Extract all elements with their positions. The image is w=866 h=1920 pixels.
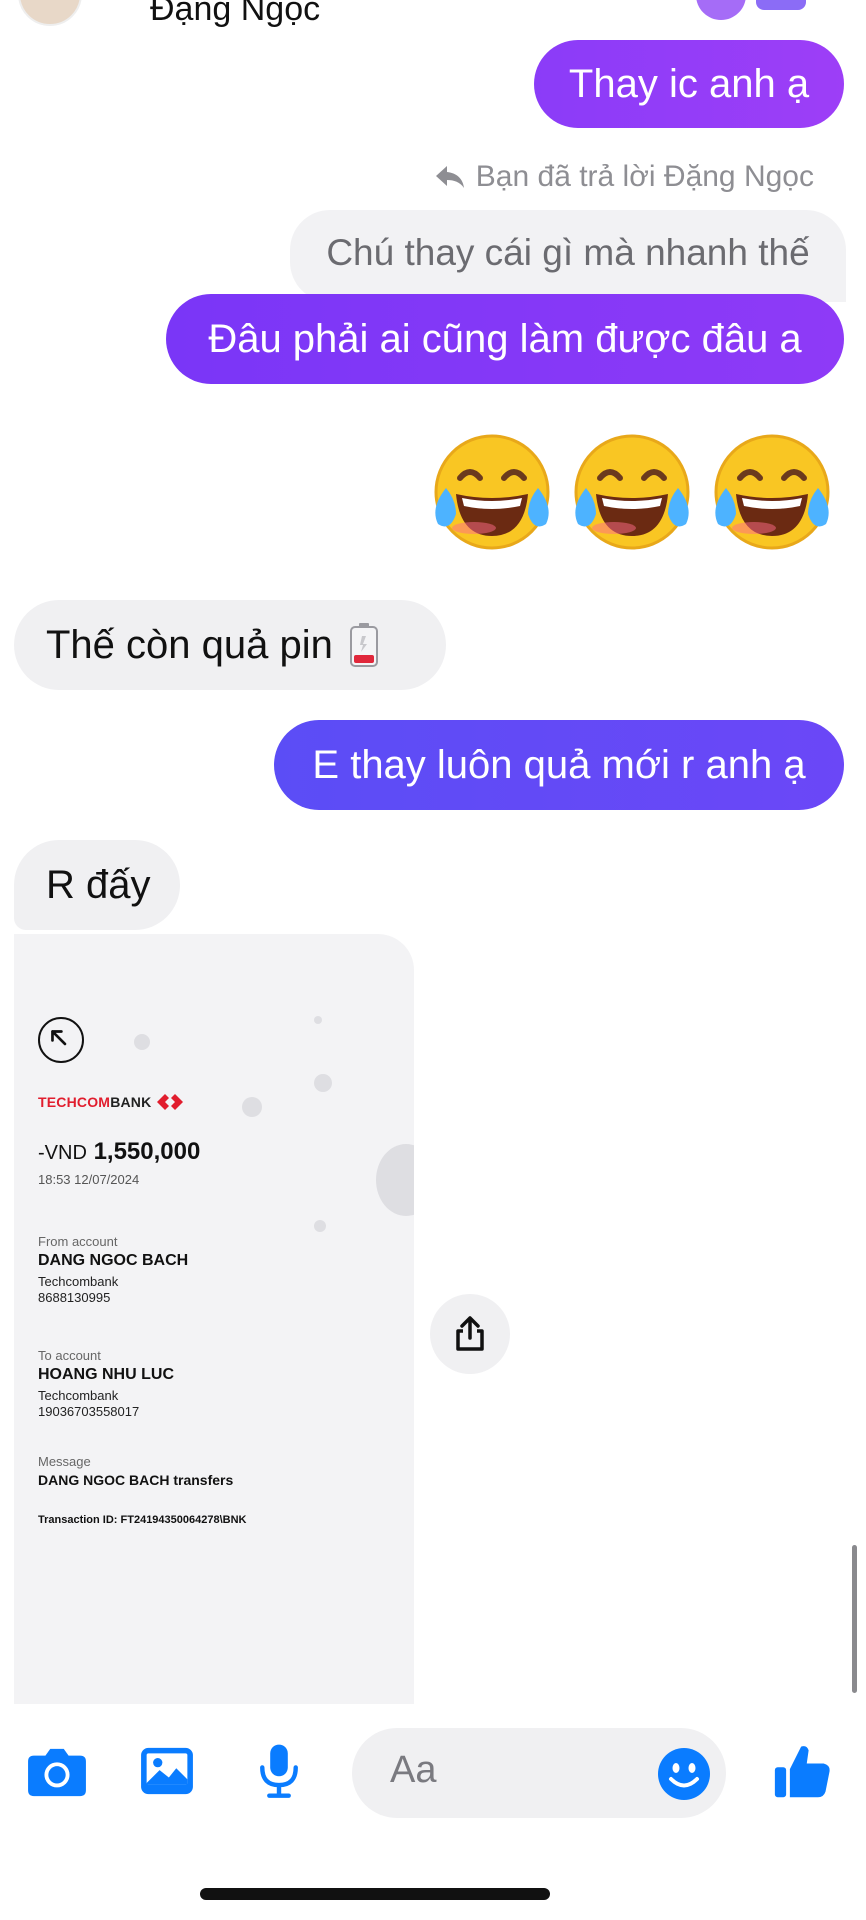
from-account-label: From account <box>38 1234 118 1249</box>
contact-avatar[interactable] <box>18 0 82 26</box>
to-account-number: 19036703558017 <box>38 1404 140 1419</box>
share-button[interactable] <box>430 1294 510 1374</box>
contact-name[interactable]: Đặng Ngọc <box>150 0 320 29</box>
gallery-button[interactable] <box>132 1736 202 1806</box>
outgoing-message[interactable]: Đâu phải ai cũng làm được đâu a <box>166 294 844 384</box>
reply-indicator-text: Bạn đã trả lời Đặng Ngọc <box>475 160 814 193</box>
techcombank-logo: TECHCOM BANK <box>38 1092 185 1112</box>
emoji-icon[interactable] <box>656 1746 712 1802</box>
image-icon <box>141 1747 193 1795</box>
reply-icon <box>435 166 464 188</box>
from-account-number: 8688130995 <box>38 1290 111 1305</box>
from-account-name: DANG NGOC BACH <box>38 1252 189 1269</box>
reply-indicator: Bạn đã trả lời Đặng Ngọc <box>434 160 814 194</box>
transfer-message: DANG NGOC BACH transfers <box>38 1472 234 1488</box>
camera-icon <box>28 1748 86 1797</box>
message-input[interactable] <box>388 1748 652 1793</box>
low-battery-emoji <box>349 623 378 667</box>
transfer-amount: -VND 1,550,000 <box>38 1138 201 1165</box>
transfer-receipt-image[interactable]: TECHCOM BANK -VND 1,550,000 18:53 12/07/2… <box>14 934 414 1704</box>
incoming-message[interactable]: R đấy <box>14 840 180 930</box>
emoji-message[interactable] <box>428 428 836 556</box>
face-with-tears-of-joy-emoji <box>574 434 690 550</box>
thumbs-up-icon <box>774 1746 830 1798</box>
incoming-message[interactable]: Thế còn quả pin <box>14 600 446 690</box>
message-composer <box>0 1716 866 1826</box>
to-account-bank: Techcombank <box>38 1388 119 1403</box>
transfer-datetime: 18:53 12/07/2024 <box>38 1172 140 1187</box>
call-button[interactable] <box>696 0 746 20</box>
microphone-icon <box>260 1744 298 1798</box>
transaction-id: Transaction ID: FT24194350064278\BNK <box>38 1514 247 1526</box>
voice-button[interactable] <box>244 1736 314 1806</box>
message-label: Message <box>38 1454 91 1469</box>
face-with-tears-of-joy-emoji <box>714 434 830 550</box>
back-arrow-icon <box>38 1017 84 1063</box>
share-icon <box>456 1316 484 1351</box>
video-call-button[interactable] <box>756 0 806 10</box>
face-with-tears-of-joy-emoji <box>434 434 550 550</box>
message-text: Thế còn quả pin <box>46 623 333 667</box>
chat-header: Đặng Ngọc <box>0 0 866 29</box>
quoted-message[interactable]: Chú thay cái gì mà nhanh thế <box>290 210 846 302</box>
home-indicator[interactable] <box>200 1888 550 1900</box>
outgoing-message[interactable]: Thay ic anh ạ <box>534 40 844 128</box>
to-account-label: To account <box>38 1348 101 1363</box>
like-button[interactable] <box>768 1736 838 1806</box>
message-input-container <box>352 1728 726 1818</box>
to-account-name: HOANG NHU LUC <box>38 1366 174 1383</box>
outgoing-message[interactable]: E thay luôn quả mới r anh ạ <box>274 720 844 810</box>
camera-button[interactable] <box>22 1736 92 1806</box>
scrollbar[interactable] <box>852 1545 857 1693</box>
from-account-bank: Techcombank <box>38 1274 119 1289</box>
